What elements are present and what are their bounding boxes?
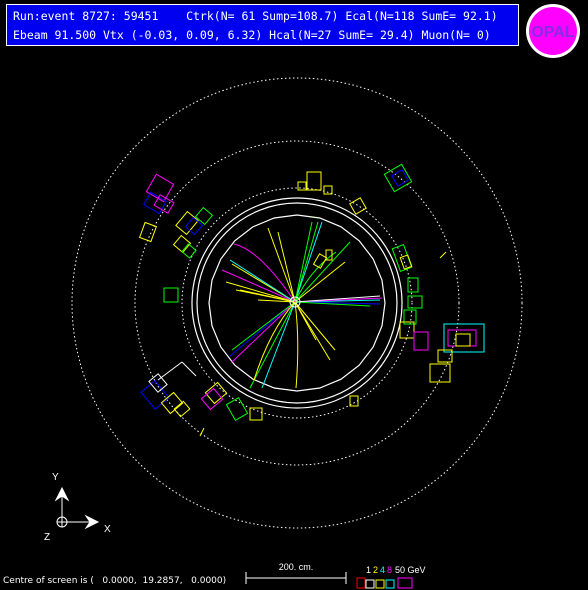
axis-indicator xyxy=(54,486,100,530)
track xyxy=(277,231,296,303)
x-axis-label: X xyxy=(104,524,111,535)
muon-stub xyxy=(199,427,205,437)
ecal-block xyxy=(163,287,179,303)
ecal-block xyxy=(455,333,471,347)
ecal-block xyxy=(447,329,477,347)
energy-legend-value: 50 GeV xyxy=(395,565,426,575)
legend-swatch xyxy=(356,577,366,589)
calorimeter-hits xyxy=(138,163,485,421)
legend-swatch xyxy=(365,579,375,589)
scale-bar xyxy=(245,572,347,584)
leader-line xyxy=(181,361,197,377)
ecal-block xyxy=(249,407,263,421)
energy-legend-value: 4 xyxy=(380,565,385,575)
ecal-block xyxy=(349,197,367,215)
ecal-block xyxy=(225,397,249,421)
z-axis-label: Z xyxy=(44,532,50,543)
track xyxy=(294,301,317,341)
centre-of-screen-readout: Centre of screen is ( 0.0000, 19.2857, 0… xyxy=(3,576,227,586)
legend-swatch xyxy=(397,577,413,589)
ecal-block xyxy=(160,391,184,415)
ecal-block xyxy=(407,277,419,293)
track xyxy=(294,301,336,351)
ecal-block xyxy=(413,331,429,351)
ecal-block xyxy=(429,363,451,383)
track xyxy=(249,301,296,389)
ecal-block xyxy=(297,181,307,191)
ecal-block xyxy=(323,185,333,195)
leader-line xyxy=(157,361,183,381)
energy-legend-value: 2 xyxy=(373,565,378,575)
track xyxy=(294,221,323,303)
legend-swatch xyxy=(375,579,385,589)
y-axis-label: Y xyxy=(52,472,59,483)
track xyxy=(267,227,296,303)
energy-legend xyxy=(356,577,413,589)
ecal-block xyxy=(138,221,158,243)
ecal-block xyxy=(175,210,199,236)
event-display: Y X Z 200. cm. 1 2 4 8 50 GeV xyxy=(44,77,523,589)
energy-legend-value: 1 xyxy=(366,565,371,575)
legend-swatch xyxy=(385,579,395,589)
energy-legend-value: 8 xyxy=(387,565,392,575)
track-bundle xyxy=(221,221,383,389)
track xyxy=(229,301,296,357)
ecal-block xyxy=(140,380,170,410)
ecal-block xyxy=(306,171,322,191)
scale-label: 200. cm. xyxy=(279,562,314,572)
ecal-block xyxy=(407,295,423,309)
ecal-block xyxy=(443,323,485,353)
track xyxy=(225,281,296,303)
track xyxy=(294,301,299,389)
ecal-block xyxy=(383,163,413,193)
muon-stub xyxy=(439,251,447,259)
